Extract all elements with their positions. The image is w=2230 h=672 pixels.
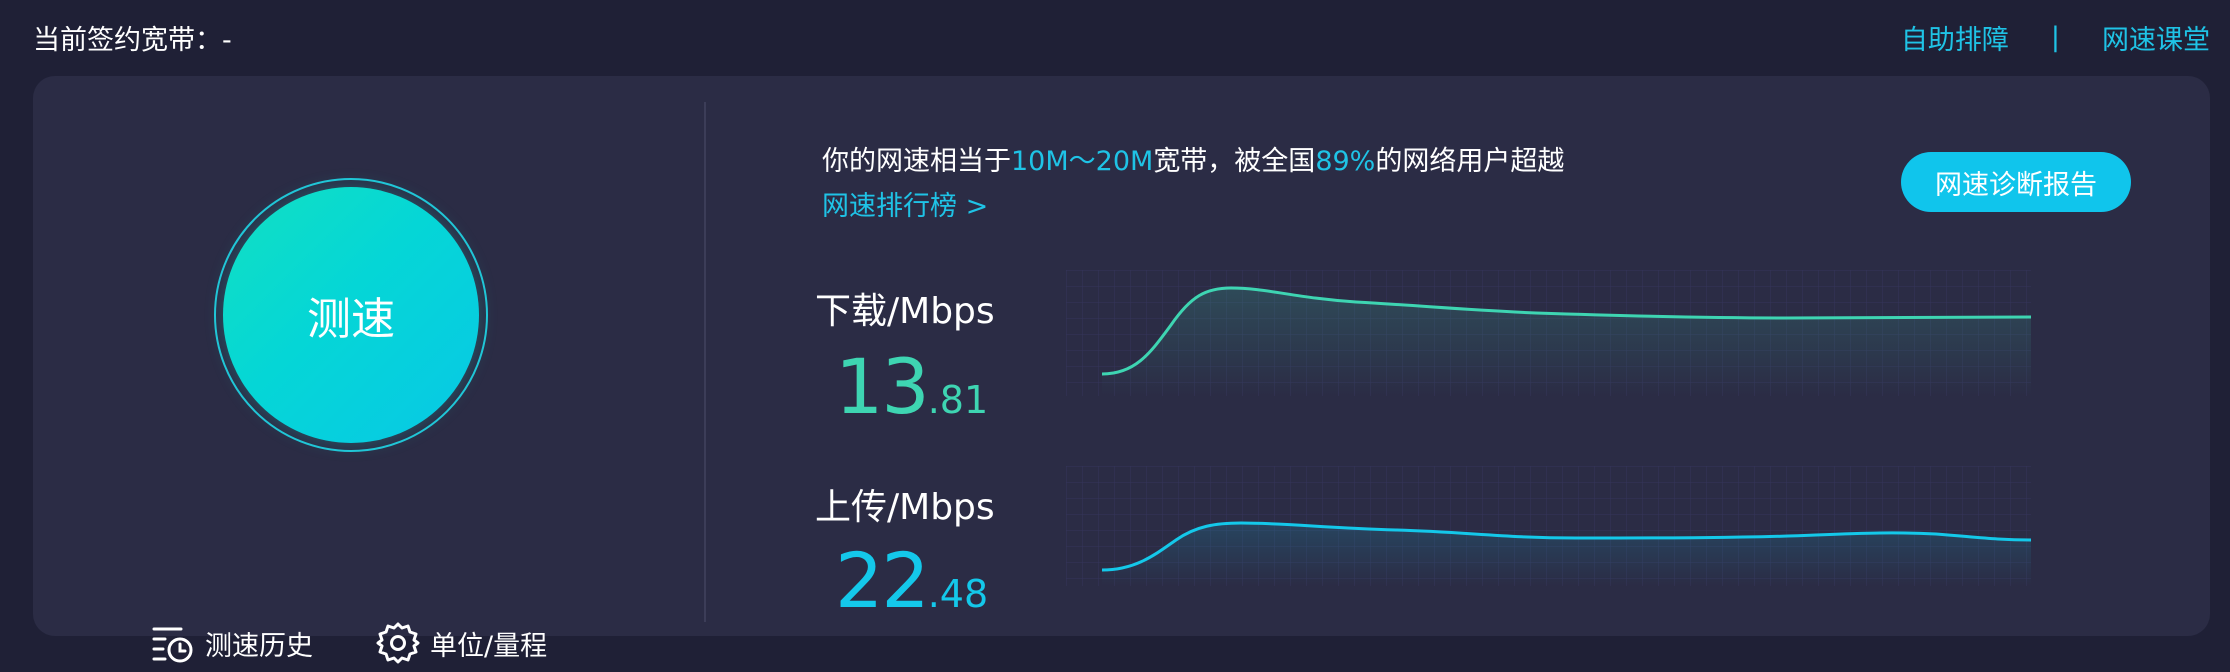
unit-range-button[interactable]: 单位/量程: [376, 621, 547, 665]
unit-range-label: 单位/量程: [430, 630, 548, 662]
summary-middle: 宽带，被全国: [1153, 146, 1316, 177]
gear-icon: [376, 621, 420, 665]
download-value-dec: .81: [927, 378, 989, 422]
download-value-int: 13: [835, 342, 930, 431]
summary-prefix: 你的网速相当于: [822, 146, 1011, 177]
start-speedtest-button[interactable]: 测速: [223, 187, 479, 443]
link-separator: |: [2050, 22, 2060, 53]
speedtest-history-label: 测速历史: [205, 630, 313, 662]
download-speed-chart: [1066, 270, 2031, 396]
download-value: 13.81: [835, 342, 988, 431]
upload-label: 上传/Mbps: [815, 487, 995, 528]
upload-value: 22.48: [835, 536, 988, 625]
speed-summary-text: 你的网速相当于10M～20M宽带，被全国89%的网络用户超越: [822, 139, 1564, 178]
top-links: 自助排障 | 网速课堂: [1901, 18, 2210, 57]
speed-ranking-link[interactable]: 网速排行榜 >: [822, 184, 988, 223]
speed-classroom-link[interactable]: 网速课堂: [2102, 18, 2210, 57]
speedtest-panel: 测速 测速历史 单位/量程 你的网速相当于10M～20M宽带，被全国89%的网络…: [33, 76, 2210, 664]
summary-bandwidth: 10M～20M: [1011, 146, 1154, 177]
summary-suffix: 的网络用户超越: [1375, 146, 1565, 177]
download-label: 下载/Mbps: [815, 291, 995, 332]
upload-speed-chart: [1066, 466, 2031, 586]
top-bar: 当前签约宽带：- 自助排障 | 网速课堂: [0, 0, 2230, 75]
contract-bandwidth-label: 当前签约宽带：-: [33, 25, 232, 56]
self-help-link[interactable]: 自助排障: [1901, 18, 2009, 57]
diagnosis-report-button[interactable]: 网速诊断报告: [1901, 152, 2131, 212]
history-list-clock-icon: [151, 621, 195, 665]
upload-value-int: 22: [835, 536, 930, 625]
panel-divider: [704, 102, 706, 622]
upload-value-dec: .48: [927, 572, 989, 616]
summary-percent: 89%: [1315, 146, 1376, 177]
speedtest-history-button[interactable]: 测速历史: [151, 621, 313, 665]
